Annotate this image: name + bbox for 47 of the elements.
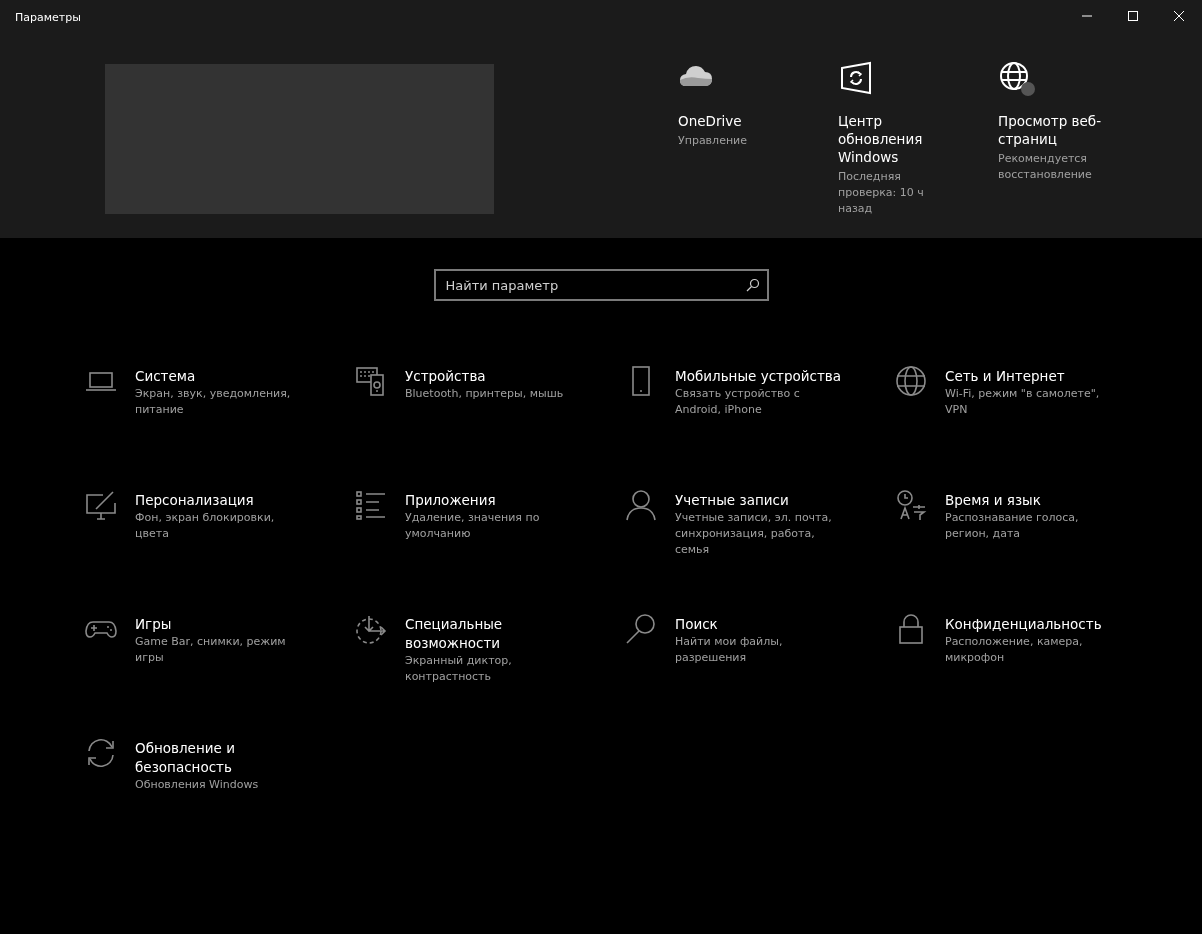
category-description: Учетные записи, эл. почта, синхронизация, работа, семья: [675, 510, 833, 558]
category-description: Удаление, значения по умолчанию: [405, 510, 541, 542]
maximize-icon: [1128, 11, 1138, 21]
category-description: Game Bar, снимки, режим игры: [135, 634, 287, 666]
category-description: Bluetooth, принтеры, мышь: [405, 386, 565, 402]
shortcut-link[interactable]: Центр обновления Windows: [838, 112, 953, 166]
globe-icon: [895, 365, 927, 397]
category-link[interactable]: Поиск: [675, 615, 847, 634]
clock-letters-icon: [895, 489, 927, 521]
category-description: Распознавание голоса, регион, дата: [945, 510, 1080, 542]
close-icon: [1174, 11, 1184, 21]
category-description: Обновления Windows: [135, 777, 260, 793]
sync-arrows-icon: [85, 737, 117, 769]
category-link[interactable]: Специальные возможности: [405, 615, 577, 653]
category-description: Связать устройство с Android, iPhone: [675, 386, 801, 418]
keyboard-speaker-icon: [355, 365, 387, 397]
category-link[interactable]: Игры: [135, 615, 307, 634]
shortcut-status: Управление: [678, 133, 748, 149]
shortcut-status: Последняя проверка: 10 ч назад: [838, 169, 925, 217]
category-link[interactable]: Устройства: [405, 367, 577, 386]
dashed-circle-arrow-icon: [355, 613, 387, 645]
category-description: Wi-Fi, режим "в самолете", VPN: [945, 386, 1101, 418]
category-link[interactable]: Обновление и безопасность: [135, 739, 307, 777]
category-description: Экранный диктор, контрастность: [405, 653, 513, 685]
shortcut-link[interactable]: OneDrive: [678, 112, 793, 130]
globe-icon[interactable]: [998, 60, 1036, 96]
category-link[interactable]: Конфиденциальность: [945, 615, 1117, 634]
category-link[interactable]: Сеть и Интернет: [945, 367, 1117, 386]
search-field[interactable]: Найти параметр: [433, 269, 769, 301]
shortcut-status: Рекомендуется восстановление: [998, 151, 1093, 183]
category-description: Экран, звук, уведомления, питание: [135, 386, 292, 418]
person-icon: [625, 489, 657, 521]
category-link[interactable]: Система: [135, 367, 307, 386]
category-link[interactable]: Приложения: [405, 491, 577, 510]
list-icon: [355, 489, 387, 521]
shortcut-link[interactable]: Просмотр веб-страниц: [998, 112, 1113, 148]
search-icon: [625, 613, 657, 645]
category-link[interactable]: Время и язык: [945, 491, 1117, 510]
window-title: Параметры: [15, 10, 81, 24]
category-link[interactable]: Учетные записи: [675, 491, 847, 510]
category-description: Расположение, камера, микрофон: [945, 634, 1084, 666]
monitor-brush-icon: [85, 489, 117, 521]
category-link[interactable]: Мобильные устройства: [675, 367, 847, 386]
search-icon: [745, 278, 760, 292]
category-description: Фон, экран блокировки, цвета: [135, 510, 276, 542]
category-description: Найти мои файлы, разрешения: [675, 634, 784, 666]
category-link[interactable]: Персонализация: [135, 491, 307, 510]
